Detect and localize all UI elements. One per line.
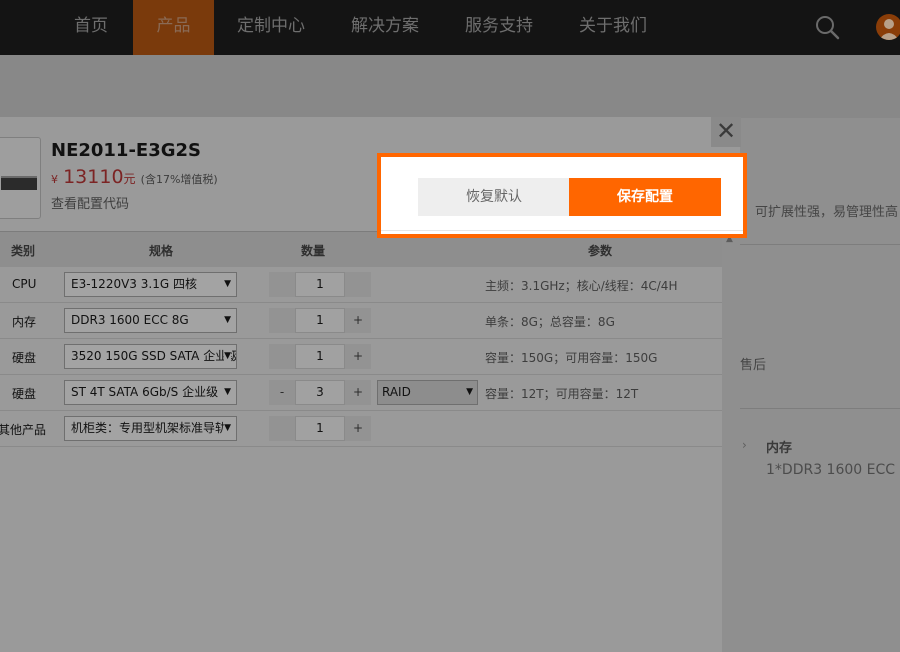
quantity-stepper: - 3 + xyxy=(269,380,371,405)
nav-item-support[interactable]: 服务支持 xyxy=(455,0,543,55)
price-amount: 13110 xyxy=(63,166,124,188)
background-panel xyxy=(740,118,900,652)
tax-note: (含17%增值税) xyxy=(140,173,218,186)
quantity-stepper: 1 + xyxy=(269,308,371,333)
row-param: 主频：3.1GHz；核心/线程：4C/4H xyxy=(485,279,678,293)
nav-item-solutions[interactable]: 解决方案 xyxy=(341,0,429,55)
reset-default-button[interactable]: 恢复默认 xyxy=(418,178,570,216)
spec-select[interactable]: DDR3 1600 ECC 8G ▼ xyxy=(64,308,237,333)
nav-item-about[interactable]: 关于我们 xyxy=(569,0,657,55)
row-category: CPU xyxy=(12,277,37,291)
dropdown-arrow-icon: ▼ xyxy=(224,345,231,368)
quantity-input[interactable]: 1 xyxy=(295,272,345,297)
quantity-stepper: 1 xyxy=(269,272,371,297)
background-memory-value: 1*DDR3 1600 ECC 8 xyxy=(766,462,900,478)
currency-symbol: ¥ xyxy=(51,173,58,186)
nav-item-home[interactable]: 首页 xyxy=(55,0,127,55)
row-param: 容量：150G；可用容量：150G xyxy=(485,351,658,365)
increment-button[interactable] xyxy=(345,272,371,297)
quantity-stepper: 1 + xyxy=(269,416,371,441)
search-icon[interactable] xyxy=(814,14,840,40)
spec-value: E3-1220V3 3.1G 四核 xyxy=(71,277,197,291)
table-row: 其他产品 机柜类：专用型机架标准导轨 ▼ 1 + xyxy=(0,411,722,447)
spec-value: 机柜类：专用型机架标准导轨 xyxy=(71,421,228,435)
table-row: 内存 DDR3 1600 ECC 8G ▼ 1 + 单条：8G；总容量：8G xyxy=(0,303,722,339)
dropdown-arrow-icon: ▼ xyxy=(466,387,473,397)
background-description: 可扩展性强，易管理性高 xyxy=(755,205,899,220)
column-header: 参数 xyxy=(588,244,613,258)
raid-select[interactable]: RAID ▼ xyxy=(377,380,478,405)
quantity-stepper: 1 + xyxy=(269,344,371,369)
save-config-button[interactable]: 保存配置 xyxy=(569,178,721,216)
column-header: 数量 xyxy=(301,244,326,258)
row-category: 内存 xyxy=(12,315,37,329)
raid-value: RAID xyxy=(382,385,411,399)
product-thumbnail xyxy=(0,137,41,219)
spec-select[interactable]: ST 4T SATA 6Gb/S 企业级 ▼ xyxy=(64,380,237,405)
dropdown-arrow-icon: ▼ xyxy=(224,309,231,332)
decrement-button[interactable] xyxy=(269,416,295,441)
dropdown-arrow-icon: ▼ xyxy=(224,417,231,440)
decrement-button[interactable]: - xyxy=(269,380,295,405)
top-nav: 首页 产品 定制中心 解决方案 服务支持 关于我们 xyxy=(0,0,900,55)
decrement-button[interactable] xyxy=(269,308,295,333)
nav-item-custom-center[interactable]: 定制中心 xyxy=(227,0,315,55)
user-avatar-icon[interactable] xyxy=(876,14,900,40)
spec-select[interactable]: E3-1220V3 3.1G 四核 ▼ xyxy=(64,272,237,297)
nav-item-products[interactable]: 产品 xyxy=(133,0,214,55)
table-row: CPU E3-1220V3 3.1G 四核 ▼ 1 主频：3.1GHz；核心/线程… xyxy=(0,267,722,303)
increment-button[interactable]: + xyxy=(345,416,371,441)
background-memory-title: 内存 xyxy=(766,441,793,456)
divider xyxy=(740,244,900,245)
quantity-input[interactable]: 1 xyxy=(295,308,345,333)
increment-button[interactable]: + xyxy=(345,380,371,405)
divider xyxy=(740,408,900,409)
row-category: 硬盘 xyxy=(12,387,37,401)
column-header: 规格 xyxy=(149,244,174,258)
spec-value: ST 4T SATA 6Gb/S 企业级 xyxy=(71,385,219,399)
quantity-input[interactable]: 3 xyxy=(295,380,345,405)
save-config-popup: 恢复默认 保存配置 xyxy=(377,153,747,238)
increment-button[interactable]: + xyxy=(345,344,371,369)
dropdown-arrow-icon: ▼ xyxy=(224,381,231,404)
view-config-code-link[interactable]: 查看配置代码 xyxy=(51,193,129,212)
chevron-right-icon: › xyxy=(742,438,747,452)
spec-select[interactable]: 3520 150G SSD SATA 企业级 ▼ xyxy=(64,344,237,369)
background-after-sale: 售后 xyxy=(740,358,767,373)
row-param: 容量：12T；可用容量：12T xyxy=(485,387,639,401)
price-unit: 元 xyxy=(123,172,136,186)
table-row: 硬盘 ST 4T SATA 6Gb/S 企业级 ▼ - 3 + RAID ▼ 容量：… xyxy=(0,375,722,411)
close-icon[interactable]: ✕ xyxy=(711,117,741,147)
quantity-input[interactable]: 1 xyxy=(295,416,345,441)
product-price: ¥ 13110元 (含17%增值税) xyxy=(51,166,218,188)
row-param: 单条：8G；总容量：8G xyxy=(485,315,615,329)
increment-button[interactable]: + xyxy=(345,308,371,333)
dropdown-arrow-icon: ▼ xyxy=(224,273,231,296)
product-name: NE2011-E3G2S xyxy=(51,140,202,161)
row-category: 硬盘 xyxy=(12,351,37,365)
row-category: 其他产品 xyxy=(0,423,47,437)
spec-value: DDR3 1600 ECC 8G xyxy=(71,313,189,327)
server-icon xyxy=(1,176,37,190)
quantity-input[interactable]: 1 xyxy=(295,344,345,369)
spec-value: 3520 150G SSD SATA 企业级 xyxy=(71,349,237,363)
decrement-button[interactable] xyxy=(269,272,295,297)
spec-select[interactable]: 机柜类：专用型机架标准导轨 ▼ xyxy=(64,416,237,441)
decrement-button[interactable] xyxy=(269,344,295,369)
scrollbar[interactable]: ▲ xyxy=(722,231,740,652)
column-header: 类别 xyxy=(11,244,36,258)
divider xyxy=(381,230,743,231)
table-row: 硬盘 3520 150G SSD SATA 企业级 ▼ 1 + 容量：150G；可… xyxy=(0,339,722,375)
